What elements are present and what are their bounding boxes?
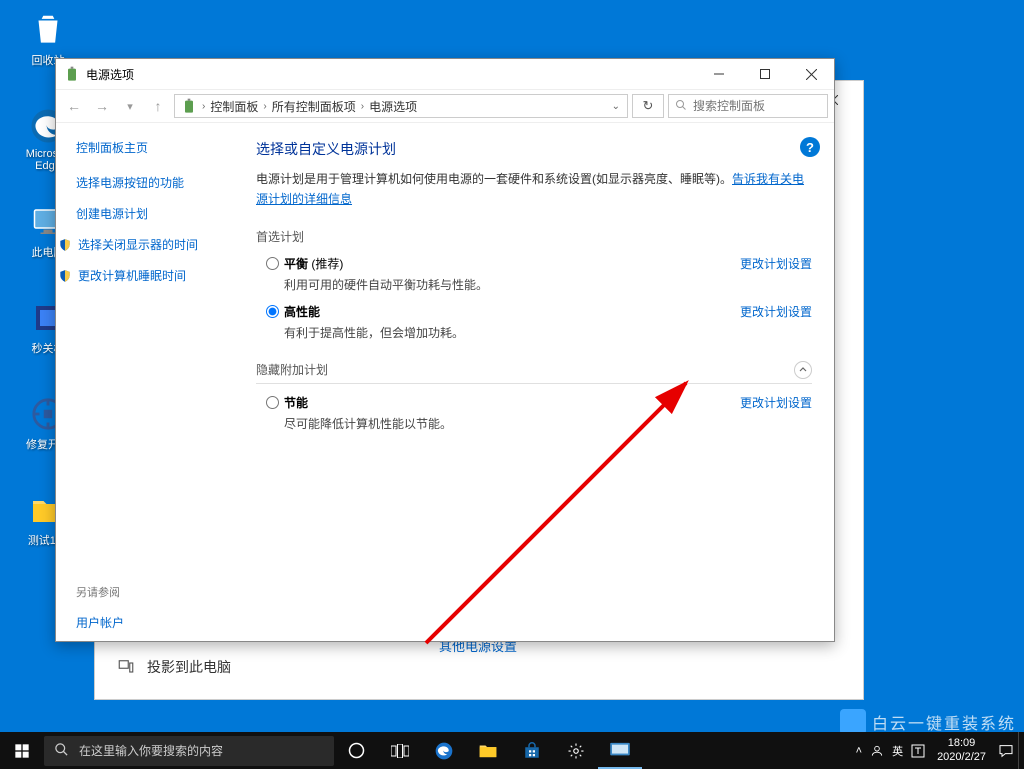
taskbar-app-store[interactable] xyxy=(510,732,554,769)
page-heading: 选择或自定义电源计划 xyxy=(256,139,812,159)
sidebar-link-sleep-time[interactable]: 更改计算机睡眠时间 xyxy=(58,267,236,284)
back-button[interactable]: ← xyxy=(62,94,86,118)
search-input[interactable] xyxy=(693,99,821,113)
breadcrumb-bar[interactable]: › 控制面板 › 所有控制面板项 › 电源选项 ⌄ xyxy=(174,94,628,118)
taskbar-app-settings[interactable] xyxy=(554,732,598,769)
shield-icon xyxy=(58,269,72,283)
plan-balanced: 平衡 (推荐) 利用可用的硬件自动平衡功耗与性能。 更改计划设置 xyxy=(256,255,812,293)
tray-up-icon[interactable]: ˄ xyxy=(852,745,866,757)
collapse-button[interactable] xyxy=(794,361,812,379)
plan-title: 节能 xyxy=(284,394,740,411)
breadcrumb-dropdown[interactable]: ⌄ xyxy=(611,101,621,112)
minimize-button[interactable] xyxy=(696,59,742,89)
plan-balanced-radio[interactable] xyxy=(266,257,279,270)
refresh-button[interactable]: ↻ xyxy=(632,94,664,118)
plan-high-performance-radio[interactable] xyxy=(266,305,279,318)
tray-ime-icon[interactable] xyxy=(907,744,929,758)
start-button[interactable] xyxy=(0,732,44,769)
window-title: 电源选项 xyxy=(86,66,134,83)
breadcrumb-item[interactable]: 电源选项 xyxy=(369,98,417,115)
clock-date: 2020/2/27 xyxy=(937,751,986,764)
plan-power-saver-radio[interactable] xyxy=(266,396,279,409)
change-plan-settings-link[interactable]: 更改计划设置 xyxy=(740,303,812,320)
change-plan-settings-link[interactable]: 更改计划设置 xyxy=(740,394,812,411)
show-desktop-button[interactable] xyxy=(1018,732,1024,769)
shield-icon xyxy=(58,238,72,252)
settings-sidebar-label: 投影到此电脑 xyxy=(147,657,231,677)
plan-desc: 利用可用的硬件自动平衡功耗与性能。 xyxy=(284,276,740,293)
taskbar-search-placeholder: 在这里输入你要搜索的内容 xyxy=(79,742,223,759)
cortana-button[interactable] xyxy=(334,732,378,769)
plan-high-performance: 高性能 有利于提高性能，但会增加功耗。 更改计划设置 xyxy=(256,303,812,341)
close-button[interactable] xyxy=(788,59,834,89)
sidebar-link-display-off[interactable]: 选择关闭显示器的时间 xyxy=(58,236,236,253)
plan-desc: 尽可能降低计算机性能以节能。 xyxy=(284,415,740,432)
help-button[interactable]: ? xyxy=(800,137,820,157)
sidebar-link-user-accounts[interactable]: 用户帐户 xyxy=(76,614,236,631)
sidebar-link-create-plan[interactable]: 创建电源计划 xyxy=(76,205,236,222)
tray-ime-toggle[interactable]: 英 xyxy=(888,743,907,759)
breadcrumb-item[interactable]: 所有控制面板项 xyxy=(272,98,356,115)
watermark-text: 白云一键重装系统 xyxy=(872,710,1016,734)
sidebar-link-label: 选择关闭显示器的时间 xyxy=(78,236,198,253)
forward-button[interactable]: → xyxy=(90,94,114,118)
taskbar-app-control-panel[interactable] xyxy=(598,732,642,769)
power-options-icon xyxy=(64,66,80,82)
power-icon xyxy=(181,98,197,114)
power-options-window: 电源选项 ← → ▾ ↑ › 控制面板 › 所有控制面板项 › 电源选项 ⌄ ↻ xyxy=(55,58,835,642)
taskbar: 在这里输入你要搜索的内容 ˄ 英 18:09 2020/2/27 xyxy=(0,732,1024,769)
action-center-button[interactable] xyxy=(994,743,1018,759)
change-plan-settings-link[interactable]: 更改计划设置 xyxy=(740,255,812,272)
up-button[interactable]: ↑ xyxy=(146,94,170,118)
address-bar: ← → ▾ ↑ › 控制面板 › 所有控制面板项 › 电源选项 ⌄ ↻ xyxy=(56,89,834,123)
sidebar-link-power-button[interactable]: 选择电源按钮的功能 xyxy=(76,174,236,191)
see-also-label: 另请参阅 xyxy=(76,584,236,600)
plan-desc: 有利于提高性能，但会增加功耗。 xyxy=(284,324,740,341)
page-description: 电源计划是用于管理计算机如何使用电源的一套硬件和系统设置(如显示器亮度、睡眠等)… xyxy=(256,169,812,210)
sidebar: 控制面板主页 选择电源按钮的功能 创建电源计划 选择关闭显示器的时间 更改计算机… xyxy=(56,123,246,641)
search-box[interactable] xyxy=(668,94,828,118)
sidebar-link-label: 更改计算机睡眠时间 xyxy=(78,267,186,284)
taskbar-app-explorer[interactable] xyxy=(466,732,510,769)
plan-power-saver: 节能 尽可能降低计算机性能以节能。 更改计划设置 xyxy=(256,394,812,432)
recent-locations-button[interactable]: ▾ xyxy=(118,94,142,118)
clock-time: 18:09 xyxy=(937,737,986,750)
maximize-button[interactable] xyxy=(742,59,788,89)
plan-title: 高性能 xyxy=(284,303,740,320)
search-icon xyxy=(54,742,69,760)
preferred-plans-label: 首选计划 xyxy=(256,228,812,245)
plan-title: 平衡 (推荐) xyxy=(284,255,740,272)
settings-sidebar-project[interactable]: 投影到此电脑 xyxy=(117,657,231,677)
taskbar-app-edge[interactable] xyxy=(422,732,466,769)
taskbar-search[interactable]: 在这里输入你要搜索的内容 xyxy=(44,736,334,766)
hidden-plans-label: 隐藏附加计划 xyxy=(256,361,794,378)
titlebar[interactable]: 电源选项 xyxy=(56,59,834,89)
project-icon xyxy=(117,657,137,677)
tray-people-icon[interactable] xyxy=(866,744,888,758)
recycle-bin-icon xyxy=(28,10,68,50)
search-icon xyxy=(675,99,687,114)
taskbar-clock[interactable]: 18:09 2020/2/27 xyxy=(929,737,994,763)
task-view-button[interactable] xyxy=(378,732,422,769)
breadcrumb-item[interactable]: 控制面板 xyxy=(210,98,258,115)
control-panel-home-link[interactable]: 控制面板主页 xyxy=(76,139,236,156)
main-content: ? 选择或自定义电源计划 电源计划是用于管理计算机如何使用电源的一套硬件和系统设… xyxy=(246,123,834,641)
